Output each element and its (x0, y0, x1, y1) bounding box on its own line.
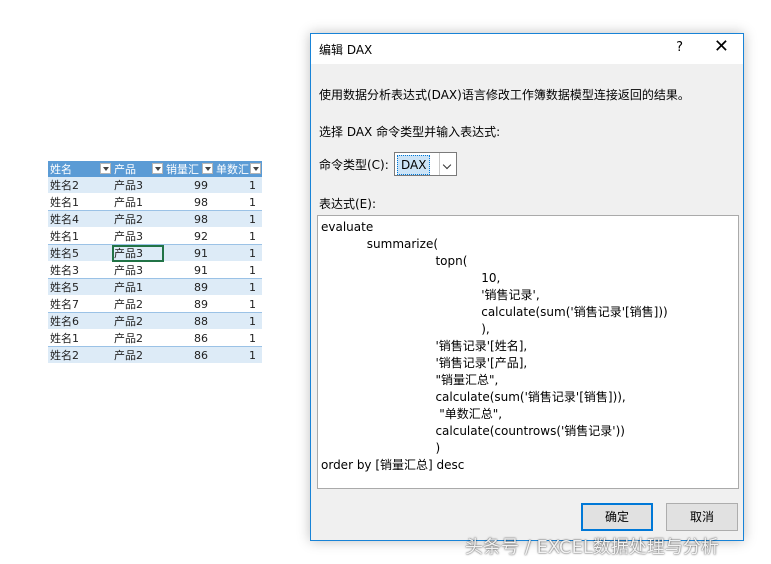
cell-sales[interactable]: 86 (164, 329, 214, 347)
header-sales-total: 销量汇 (164, 161, 214, 177)
cell-name[interactable]: 姓名6 (48, 312, 112, 330)
cell-name[interactable]: 姓名7 (48, 295, 112, 313)
selected-cell-product[interactable]: 产品3 (112, 244, 164, 262)
table-row: 姓名2 产品2 86 1 (48, 346, 262, 364)
cell-name[interactable]: 姓名3 (48, 261, 112, 279)
cell-sales[interactable]: 91 (164, 244, 214, 262)
cell-count[interactable]: 1 (214, 177, 262, 194)
command-type-label: 命令类型(C): (319, 158, 389, 172)
cell-sales[interactable]: 92 (164, 227, 214, 245)
table-row: 姓名7 产品2 89 1 (48, 295, 262, 313)
cell-sales[interactable]: 98 (164, 193, 214, 211)
cell-count[interactable]: 1 (214, 278, 262, 296)
excel-table: 姓名 产品 销量汇 单数汇 姓名2 产品3 99 1 姓名1 产品1 98 1 … (48, 161, 262, 364)
command-type-value: DAX (397, 155, 431, 175)
cell-sales[interactable]: 89 (164, 278, 214, 296)
table-header-row: 姓名 产品 销量汇 单数汇 (48, 161, 262, 177)
table-row: 姓名3 产品3 91 1 (48, 261, 262, 279)
chevron-down-icon[interactable] (439, 153, 456, 175)
cell-sales[interactable]: 91 (164, 261, 214, 279)
cell-product[interactable]: 产品3 (112, 261, 164, 279)
cell-product[interactable]: 产品1 (112, 193, 164, 211)
filter-dropdown-icon[interactable] (250, 163, 261, 174)
header-order-count: 单数汇 (214, 161, 262, 177)
cancel-button[interactable]: 取消 (666, 503, 738, 531)
cell-name[interactable]: 姓名4 (48, 210, 112, 228)
expression-textarea[interactable]: evaluate summarize( topn( 10, '销售记录', ca… (317, 215, 739, 489)
filter-dropdown-icon[interactable] (152, 163, 163, 174)
cell-count[interactable]: 1 (214, 295, 262, 313)
table-row: 姓名2 产品3 99 1 (48, 177, 262, 194)
cell-product[interactable]: 产品2 (112, 295, 164, 313)
dialog-instruction: 选择 DAX 命令类型并输入表达式: (319, 125, 501, 139)
header-name: 姓名 (48, 161, 112, 177)
table-row: 姓名6 产品2 88 1 (48, 312, 262, 330)
cell-product[interactable]: 产品1 (112, 278, 164, 296)
close-button[interactable]: ✕ (714, 36, 729, 57)
command-type-select[interactable]: DAX (394, 152, 457, 176)
table-row: 姓名4 产品2 98 1 (48, 210, 262, 228)
cell-sales[interactable]: 88 (164, 312, 214, 330)
table-row: 姓名1 产品1 98 1 (48, 193, 262, 211)
ok-button[interactable]: 确定 (581, 503, 653, 531)
watermark: 头条号 / EXCEL数据处理与分析 (465, 537, 719, 558)
dialog-titlebar[interactable]: 编辑 DAX ? ✕ (311, 34, 743, 64)
cell-count[interactable]: 1 (214, 329, 262, 347)
cell-product[interactable]: 产品2 (112, 346, 164, 364)
cell-name[interactable]: 姓名2 (48, 346, 112, 364)
filter-dropdown-icon[interactable] (100, 163, 111, 174)
dialog-title: 编辑 DAX (319, 43, 373, 57)
cell-count[interactable]: 1 (214, 261, 262, 279)
filter-dropdown-icon[interactable] (202, 163, 213, 174)
table-row: 姓名1 产品2 86 1 (48, 329, 262, 347)
cell-product[interactable]: 产品2 (112, 329, 164, 347)
table-row: 姓名1 产品3 92 1 (48, 227, 262, 245)
header-product: 产品 (112, 161, 164, 177)
cell-sales[interactable]: 89 (164, 295, 214, 313)
cell-name[interactable]: 姓名1 (48, 329, 112, 347)
cell-sales[interactable]: 86 (164, 346, 214, 364)
cell-product[interactable]: 产品3 (112, 177, 164, 194)
cell-product[interactable]: 产品2 (112, 210, 164, 228)
table-row: 姓名5 产品1 89 1 (48, 278, 262, 296)
cell-sales[interactable]: 98 (164, 210, 214, 228)
cell-name[interactable]: 姓名1 (48, 193, 112, 211)
cell-count[interactable]: 1 (214, 193, 262, 211)
cell-count[interactable]: 1 (214, 227, 262, 245)
dialog-description: 使用数据分析表达式(DAX)语言修改工作簿数据模型连接返回的结果。 (319, 88, 690, 102)
cell-product[interactable]: 产品2 (112, 312, 164, 330)
cell-name[interactable]: 姓名5 (48, 278, 112, 296)
help-button[interactable]: ? (676, 40, 683, 55)
expression-label: 表达式(E): (319, 197, 376, 211)
cell-sales[interactable]: 99 (164, 177, 214, 194)
cell-name[interactable]: 姓名2 (48, 177, 112, 194)
cell-count[interactable]: 1 (214, 312, 262, 330)
cell-product[interactable]: 产品3 (112, 227, 164, 245)
edit-dax-dialog: 编辑 DAX ? ✕ 使用数据分析表达式(DAX)语言修改工作簿数据模型连接返回… (310, 33, 744, 541)
cell-count[interactable]: 1 (214, 346, 262, 364)
cell-name[interactable]: 姓名5 (48, 244, 112, 262)
cell-count[interactable]: 1 (214, 244, 262, 262)
cell-name[interactable]: 姓名1 (48, 227, 112, 245)
cell-count[interactable]: 1 (214, 210, 262, 228)
table-row: 姓名5 产品3 91 1 (48, 244, 262, 262)
